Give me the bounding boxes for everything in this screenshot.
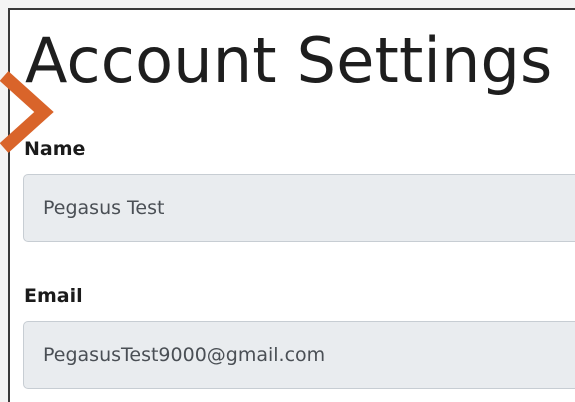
name-field[interactable]	[23, 174, 575, 242]
page-title: Account Settings	[25, 24, 553, 97]
screenshot-frame: Account Settings Name Email	[0, 0, 575, 402]
name-label: Name	[24, 138, 86, 160]
email-label: Email	[24, 285, 83, 307]
email-field[interactable]	[23, 321, 575, 389]
